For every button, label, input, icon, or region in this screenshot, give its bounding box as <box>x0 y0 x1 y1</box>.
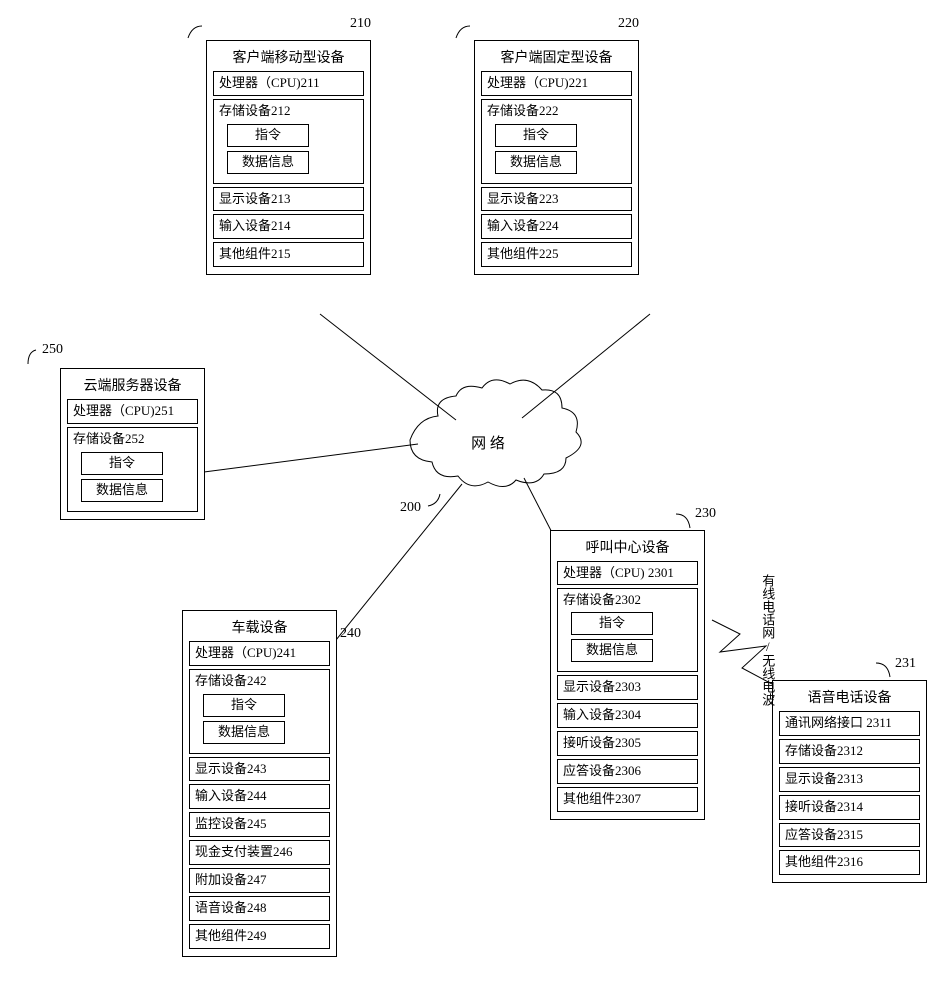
fixed-storage-data: 数据信息 <box>495 151 577 174</box>
diagram-canvas: 网 络 210 客户端移动型设备 处理器（CPU)211 存储设备212 指令 … <box>0 0 949 1000</box>
device-vehicle: 车载设备 处理器（CPU)241 存储设备242 指令 数据信息 显示设备243… <box>182 610 337 957</box>
callcenter-storage-label: 存储设备2302 <box>563 592 692 609</box>
callcenter-display: 显示设备2303 <box>557 675 698 700</box>
fixed-other: 其他组件225 <box>481 242 632 267</box>
device-phone: 语音电话设备 通讯网络接口 2311 存储设备2312 显示设备2313 接听设… <box>772 680 927 883</box>
fixed-storage: 存储设备222 指令 数据信息 <box>481 99 632 184</box>
ref-250: 250 <box>42 342 63 358</box>
fixed-storage-cmd: 指令 <box>495 124 577 147</box>
mobile-other: 其他组件215 <box>213 242 364 267</box>
ref-231: 231 <box>895 656 916 672</box>
vehicle-addon: 附加设备247 <box>189 868 330 893</box>
vehicle-monitor: 监控设备245 <box>189 812 330 837</box>
mobile-title: 客户端移动型设备 <box>213 47 364 67</box>
callcenter-title: 呼叫中心设备 <box>557 537 698 557</box>
mobile-input: 输入设备214 <box>213 214 364 239</box>
ref-240: 240 <box>340 626 361 642</box>
cloud-storage-label: 存储设备252 <box>73 431 192 448</box>
mobile-storage: 存储设备212 指令 数据信息 <box>213 99 364 184</box>
ref-200: 200 <box>400 500 421 516</box>
vehicle-storage-label: 存储设备242 <box>195 673 324 690</box>
callcenter-respond: 应答设备2306 <box>557 759 698 784</box>
vehicle-storage-data: 数据信息 <box>203 721 285 744</box>
vehicle-other: 其他组件249 <box>189 924 330 949</box>
cloud-storage-data: 数据信息 <box>81 479 163 502</box>
callcenter-storage-cmd: 指令 <box>571 612 653 635</box>
device-callcenter: 呼叫中心设备 处理器（CPU) 2301 存储设备2302 指令 数据信息 显示… <box>550 530 705 820</box>
cloud-storage: 存储设备252 指令 数据信息 <box>67 427 198 512</box>
network-label: 网 络 <box>471 435 505 452</box>
device-cloud: 云端服务器设备 处理器（CPU)251 存储设备252 指令 数据信息 <box>60 368 205 520</box>
cloud-cpu: 处理器（CPU)251 <box>67 399 198 424</box>
device-fixed: 客户端固定型设备 处理器（CPU)221 存储设备222 指令 数据信息 显示设… <box>474 40 639 275</box>
callcenter-storage-data: 数据信息 <box>571 639 653 662</box>
callcenter-other: 其他组件2307 <box>557 787 698 812</box>
callcenter-input: 输入设备2304 <box>557 703 698 728</box>
vehicle-input: 输入设备244 <box>189 784 330 809</box>
fixed-cpu: 处理器（CPU)221 <box>481 71 632 96</box>
cloud-title: 云端服务器设备 <box>67 375 198 395</box>
vehicle-cpu: 处理器（CPU)241 <box>189 641 330 666</box>
callcenter-answer: 接听设备2305 <box>557 731 698 756</box>
callcenter-storage: 存储设备2302 指令 数据信息 <box>557 588 698 673</box>
device-mobile: 客户端移动型设备 处理器（CPU)211 存储设备212 指令 数据信息 显示设… <box>206 40 371 275</box>
phone-net: 通讯网络接口 2311 <box>779 711 920 736</box>
fixed-title: 客户端固定型设备 <box>481 47 632 67</box>
vehicle-display: 显示设备243 <box>189 757 330 782</box>
vehicle-title: 车载设备 <box>189 617 330 637</box>
vehicle-cash: 现金支付装置246 <box>189 840 330 865</box>
fixed-display: 显示设备223 <box>481 187 632 212</box>
callcenter-cpu: 处理器（CPU) 2301 <box>557 561 698 585</box>
phone-title: 语音电话设备 <box>779 687 920 707</box>
phone-other: 其他组件2316 <box>779 850 920 875</box>
fixed-storage-label: 存储设备222 <box>487 103 626 120</box>
phone-answer: 接听设备2314 <box>779 795 920 820</box>
ref-230: 230 <box>695 506 716 522</box>
mobile-storage-cmd: 指令 <box>227 124 309 147</box>
ref-210: 210 <box>350 16 371 32</box>
mobile-storage-data: 数据信息 <box>227 151 309 174</box>
connection-label: 有线电话网/无线电波 <box>760 574 774 706</box>
mobile-storage-label: 存储设备212 <box>219 103 358 120</box>
ref-220: 220 <box>618 16 639 32</box>
cloud-storage-cmd: 指令 <box>81 452 163 475</box>
fixed-input: 输入设备224 <box>481 214 632 239</box>
vehicle-storage-cmd: 指令 <box>203 694 285 717</box>
mobile-display: 显示设备213 <box>213 187 364 212</box>
vehicle-storage: 存储设备242 指令 数据信息 <box>189 669 330 754</box>
mobile-cpu: 处理器（CPU)211 <box>213 71 364 96</box>
vehicle-voice: 语音设备248 <box>189 896 330 921</box>
phone-storage: 存储设备2312 <box>779 739 920 764</box>
phone-display: 显示设备2313 <box>779 767 920 792</box>
phone-respond: 应答设备2315 <box>779 823 920 848</box>
